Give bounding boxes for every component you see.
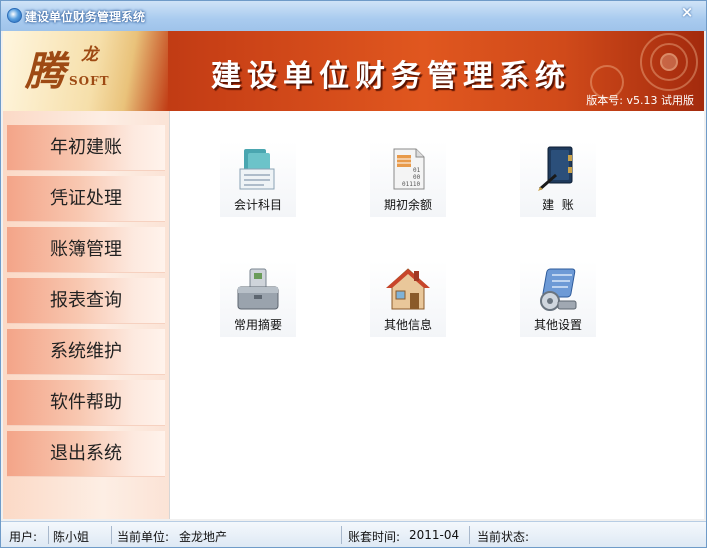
sidebar-item-maintenance[interactable]: 系统维护 xyxy=(7,329,165,375)
status-divider xyxy=(48,526,49,544)
status-unit-label: 当前单位: xyxy=(117,530,170,544)
house-icon xyxy=(386,268,430,310)
tile-label: 其他信息 xyxy=(383,318,432,332)
status-bar: 用户: 陈小姐 当前单位: 金龙地产 账套时间: 2011-04 当前状态: xyxy=(1,521,706,547)
svg-text:01: 01 xyxy=(413,167,421,174)
status-divider xyxy=(341,526,342,544)
tile-label: 其他设置 xyxy=(533,318,582,332)
sidebar-nav: 年初建账 凭证处理 账簿管理 报表查询 系统维护 软件帮助 退出系统 xyxy=(3,111,169,519)
tile-label: 建 账 xyxy=(542,198,574,212)
window-title: 建设单位财务管理系统 xyxy=(25,10,146,24)
version-label: 版本号: v5.13 试用版 xyxy=(586,94,694,107)
tile-common-summary[interactable]: 常用摘要 xyxy=(220,261,296,337)
status-period-value: 2011-04 xyxy=(409,528,460,542)
app-logo-icon xyxy=(7,8,22,23)
tile-other-settings[interactable]: 其他设置 xyxy=(520,261,596,337)
status-user-value: 陈小姐 xyxy=(53,530,90,544)
account-book-pen-icon xyxy=(538,146,573,191)
binary-document-icon: 01 00 01110 xyxy=(393,148,425,190)
status-divider xyxy=(469,526,470,544)
close-button[interactable]: × xyxy=(676,3,698,21)
sidebar-item-exit[interactable]: 退出系统 xyxy=(7,431,165,477)
tile-label: 常用摘要 xyxy=(233,318,282,332)
tile-label: 会计科目 xyxy=(233,198,282,212)
title-bar[interactable]: 建设单位财务管理系统 × xyxy=(1,1,706,31)
status-period-label: 账套时间: xyxy=(348,530,401,544)
decor-circle xyxy=(660,53,678,71)
ledger-book-icon xyxy=(239,149,275,190)
sidebar-item-year-start[interactable]: 年初建账 xyxy=(7,125,165,171)
toolbox-icon xyxy=(237,268,279,310)
status-state-label: 当前状态: xyxy=(477,530,530,544)
sidebar-item-ledger[interactable]: 账簿管理 xyxy=(7,227,165,273)
logo-soft-text: SOFT xyxy=(69,74,110,88)
tile-opening-balance[interactable]: 01 00 01110 期初余额 xyxy=(370,141,446,217)
banner-title: 建设单位财务管理系统 xyxy=(211,59,571,94)
settings-panel-icon xyxy=(540,268,577,311)
status-user-label: 用户: xyxy=(9,530,38,544)
sidebar-item-report[interactable]: 报表查询 xyxy=(7,278,165,324)
tile-create-account[interactable]: 建 账 xyxy=(520,141,596,217)
status-unit-value: 金龙地产 xyxy=(179,530,228,544)
status-divider xyxy=(111,526,112,544)
sidebar-item-help[interactable]: 软件帮助 xyxy=(7,380,165,426)
app-window: 建设单位财务管理系统 × 腾 龙 SOFT 建设单位财务管理系统 版本号: v5… xyxy=(0,0,707,548)
main-panel: 会计科目 01 00 01110 期初余额 建 账 常用摘要 其他信息 其他设置 xyxy=(169,111,704,519)
header-banner: 腾 龙 SOFT 建设单位财务管理系统 版本号: v5.13 试用版 xyxy=(3,31,704,111)
brand-logo: 腾 龙 SOFT xyxy=(3,31,168,111)
svg-text:00: 00 xyxy=(413,174,421,181)
svg-text:01110: 01110 xyxy=(402,181,420,188)
tile-other-info[interactable]: 其他信息 xyxy=(370,261,446,337)
logo-sub-char: 龙 xyxy=(81,45,98,65)
sidebar-item-voucher[interactable]: 凭证处理 xyxy=(7,176,165,222)
logo-main-char: 腾 xyxy=(25,48,65,95)
tile-accounting-subjects[interactable]: 会计科目 xyxy=(220,141,296,217)
tile-label: 期初余额 xyxy=(383,198,432,212)
